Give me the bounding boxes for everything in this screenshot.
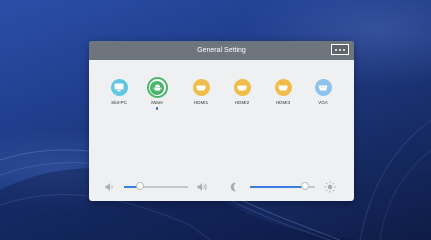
volume-slider[interactable] xyxy=(124,182,188,190)
vga-port-icon xyxy=(314,79,332,96)
source-list: Slot-PC iWare HDMI1 HDMI2 HDMI3 VGA xyxy=(103,77,343,119)
source-slot-pc[interactable]: Slot-PC xyxy=(103,79,135,105)
hdmi-port-icon xyxy=(233,79,251,96)
more-dot xyxy=(343,48,345,51)
panel-header: General Setting xyxy=(89,41,354,60)
source-label: HDMI1 xyxy=(193,100,209,105)
source-label: HDMI2 xyxy=(234,100,250,105)
brightness-slider-fill xyxy=(250,186,306,188)
hdmi-port-icon xyxy=(192,79,210,96)
source-label: HDMI3 xyxy=(275,100,291,105)
source-selected-ring xyxy=(146,77,168,98)
more-dots-icon xyxy=(335,48,337,51)
source-label: Slot-PC xyxy=(111,100,127,105)
selected-indicator xyxy=(155,107,159,110)
more-options-button[interactable] xyxy=(331,44,349,55)
source-iware[interactable]: iWare xyxy=(141,77,173,110)
hdmi-port-icon xyxy=(274,79,292,96)
source-hdmi2[interactable]: HDMI2 xyxy=(226,79,258,105)
source-label: iWare xyxy=(151,100,163,105)
panel-title: General Setting xyxy=(197,47,246,54)
brightness-slider[interactable] xyxy=(250,182,315,190)
brightness-slider-knob[interactable] xyxy=(301,182,310,190)
source-hdmi1[interactable]: HDMI1 xyxy=(185,79,217,105)
speaker-low-icon[interactable] xyxy=(105,182,114,192)
source-vga[interactable]: VGA xyxy=(307,79,339,105)
android-icon xyxy=(150,80,164,95)
speaker-high-icon[interactable] xyxy=(197,182,208,192)
general-setting-panel: General Setting Slot-PC iWare HDMI1 HDMI… xyxy=(89,41,354,201)
adjustment-controls xyxy=(89,179,354,195)
source-hdmi3[interactable]: HDMI3 xyxy=(267,79,299,105)
source-label: VGA xyxy=(318,100,328,105)
moon-icon[interactable] xyxy=(230,182,239,192)
monitor-icon xyxy=(110,79,128,96)
more-dot xyxy=(339,48,341,51)
sun-icon[interactable] xyxy=(324,181,336,193)
volume-slider-knob[interactable] xyxy=(136,182,144,190)
